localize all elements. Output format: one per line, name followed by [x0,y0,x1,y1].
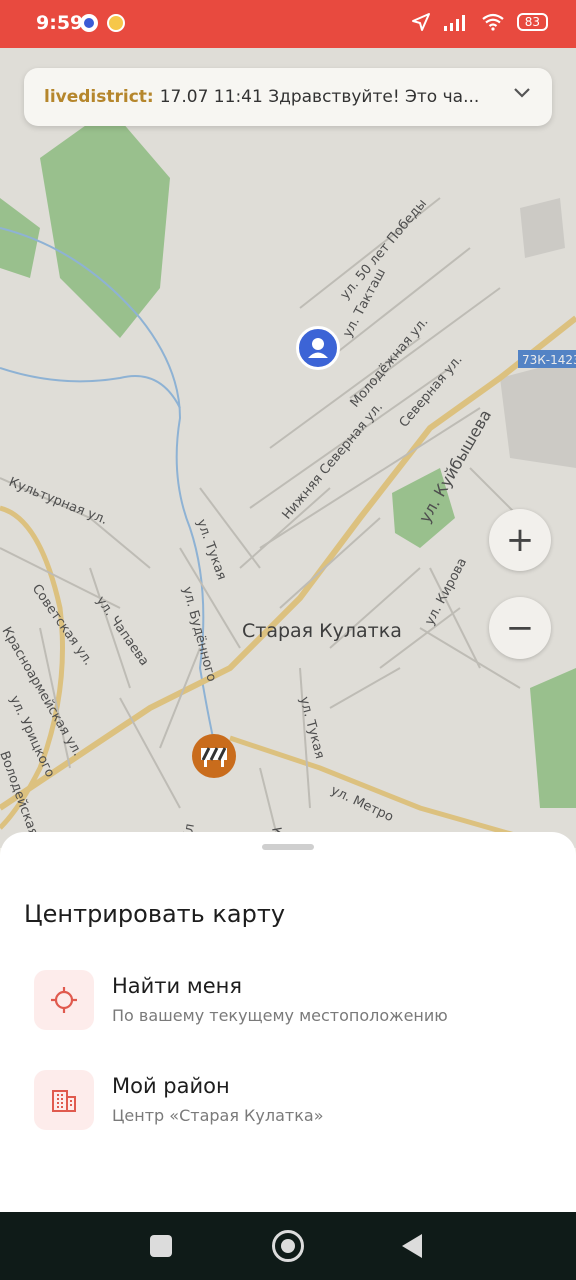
user-location-marker[interactable] [296,326,340,370]
notification-sender: livedistrict: [44,87,154,107]
app-notification-icon [107,14,125,32]
option-title: Найти меня [112,974,242,998]
crosshair-icon [34,970,94,1030]
recents-button[interactable] [150,1235,172,1257]
map-dim-overlay [0,48,576,848]
map-view[interactable]: ул. 50 лет Победы ул. Такташ Молодёжная … [0,48,576,848]
messenger-app-icon [80,14,98,32]
find-me-option[interactable]: Найти меня По вашему текущему местополож… [34,970,554,1034]
building-icon [34,1070,94,1130]
zoom-in-button[interactable]: + [489,509,551,571]
chat-notification-banner[interactable]: livedistrict: 17.07 11:41 Здравствуйте! … [24,68,552,126]
barrier-icon [201,747,227,767]
zoom-out-button[interactable]: − [489,597,551,659]
person-icon [308,338,328,358]
battery-icon: 83 [516,13,548,31]
minus-icon: − [505,608,535,648]
back-button[interactable] [402,1234,422,1258]
sheet-title: Центрировать карту [24,900,286,928]
option-subtitle: Центр «Старая Кулатка» [112,1106,324,1125]
status-time: 9:59 [36,12,84,34]
home-button[interactable] [272,1230,304,1262]
plus-icon: + [505,520,535,560]
signal-icon [443,15,465,31]
chevron-down-icon[interactable] [512,86,532,100]
status-bar: 9:59 83 [0,0,576,48]
location-arrow-icon [411,13,430,31]
option-title: Мой район [112,1074,230,1098]
center-map-sheet: Центрировать карту Найти меня По вашему … [0,832,576,1212]
option-subtitle: По вашему текущему местоположению [112,1006,448,1025]
sheet-drag-handle[interactable] [262,844,314,850]
roadwork-marker[interactable] [192,734,236,778]
my-district-option[interactable]: Мой район Центр «Старая Кулатка» [34,1070,554,1134]
notification-text: 17.07 11:41 Здравствуйте! Это ча... [159,87,480,107]
wifi-icon [482,13,504,31]
status-icons: 83 [411,12,548,32]
system-nav-bar [0,1212,576,1280]
